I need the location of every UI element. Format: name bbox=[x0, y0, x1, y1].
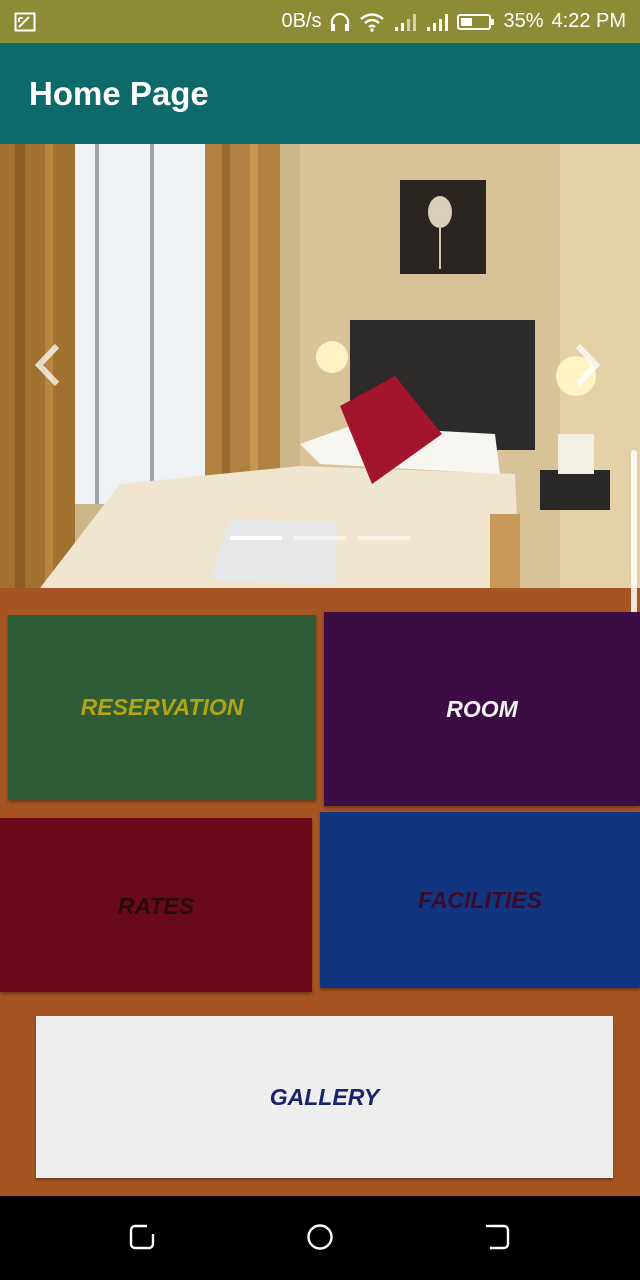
signal-icon bbox=[425, 12, 449, 32]
signal-icon bbox=[393, 12, 417, 32]
rates-button[interactable]: RATES bbox=[0, 818, 312, 992]
app-bar: Home Page bbox=[0, 43, 640, 144]
wifi-icon bbox=[359, 12, 385, 32]
headphones-icon bbox=[329, 12, 351, 32]
reservation-label: RESERVATION bbox=[80, 694, 244, 720]
screenshot-icon bbox=[14, 12, 36, 32]
status-bar: 0B/s 35% 4:22 PM bbox=[0, 0, 640, 43]
image-carousel[interactable] bbox=[0, 144, 640, 588]
page-title: Home Page bbox=[29, 74, 209, 112]
hotel-room-photo bbox=[0, 144, 640, 588]
battery-percent: 35% bbox=[503, 10, 544, 32]
facilities-button[interactable]: FACILITIES bbox=[320, 812, 640, 988]
recent-apps-icon bbox=[129, 1224, 155, 1250]
back-button[interactable] bbox=[482, 1222, 512, 1252]
network-speed: 0B/s bbox=[281, 10, 322, 32]
home-icon bbox=[307, 1224, 333, 1250]
system-nav-bar bbox=[0, 1196, 640, 1280]
clock: 4:22 PM bbox=[551, 10, 626, 32]
facilities-label: FACILITIES bbox=[418, 886, 542, 913]
recent-apps-button[interactable] bbox=[127, 1222, 157, 1252]
gallery-label: GALLERY bbox=[269, 1083, 380, 1110]
battery-icon bbox=[457, 12, 495, 32]
chevron-left-icon bbox=[34, 343, 60, 387]
slide-indicator-3[interactable] bbox=[358, 536, 410, 540]
back-icon bbox=[486, 1224, 510, 1250]
slide-indicators bbox=[230, 536, 410, 540]
rates-label: RATES bbox=[117, 892, 195, 919]
slide-indicator-2[interactable] bbox=[294, 536, 346, 540]
room-button[interactable]: ROOM bbox=[324, 612, 640, 806]
reservation-button[interactable]: RESERVATION bbox=[8, 615, 316, 800]
previous-slide-button[interactable] bbox=[33, 340, 63, 390]
gallery-button[interactable]: GALLERY bbox=[36, 1016, 613, 1178]
next-slide-button[interactable] bbox=[572, 340, 602, 390]
chevron-right-icon bbox=[575, 343, 601, 387]
room-label: ROOM bbox=[446, 695, 518, 722]
home-button[interactable] bbox=[305, 1222, 335, 1252]
slide-indicator-1[interactable] bbox=[230, 536, 282, 540]
